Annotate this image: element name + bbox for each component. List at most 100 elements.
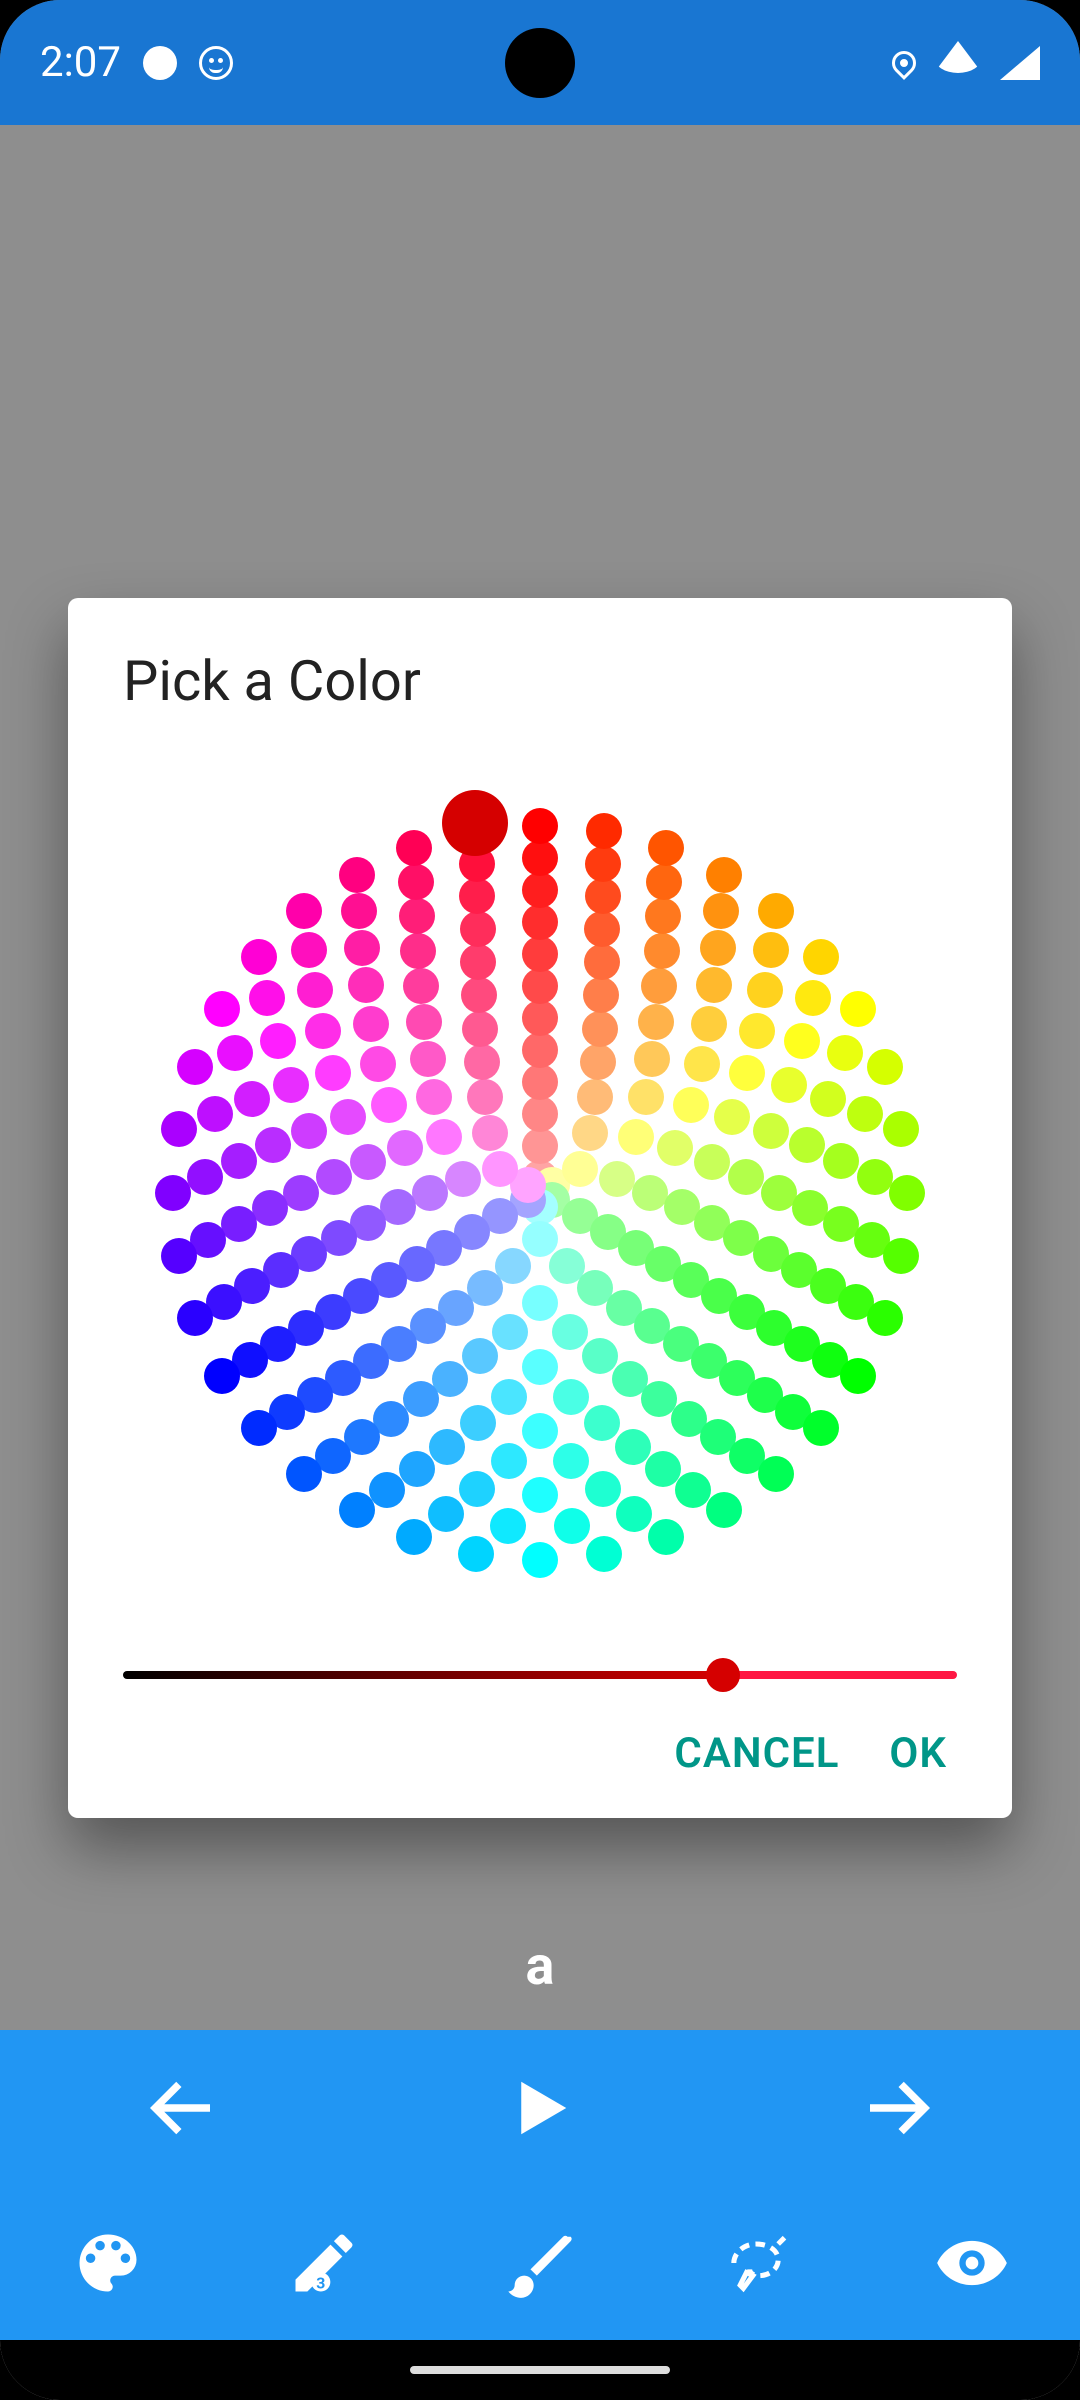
- color-dot[interactable]: [426, 1119, 462, 1155]
- color-dot[interactable]: [398, 864, 434, 900]
- color-dot[interactable]: [350, 1144, 386, 1180]
- color-dot[interactable]: [432, 1361, 468, 1397]
- color-dot[interactable]: [522, 872, 558, 908]
- color-dot[interactable]: [753, 1113, 789, 1149]
- color-dot[interactable]: [586, 1536, 622, 1572]
- color-dot[interactable]: [187, 1159, 223, 1195]
- color-dot[interactable]: [177, 1049, 213, 1085]
- color-dot[interactable]: [387, 1130, 423, 1166]
- color-dot[interactable]: [291, 932, 327, 968]
- color-dot[interactable]: [657, 1130, 693, 1166]
- color-dot[interactable]: [399, 1451, 435, 1487]
- color-dot[interactable]: [252, 1190, 288, 1226]
- color-dot[interactable]: [255, 1127, 291, 1163]
- color-dot[interactable]: [522, 968, 558, 1004]
- color-dot[interactable]: [648, 1519, 684, 1555]
- color-dot[interactable]: [305, 1013, 341, 1049]
- color-dot[interactable]: [522, 1128, 558, 1164]
- color-dot[interactable]: [464, 1044, 500, 1080]
- color-dot[interactable]: [472, 1115, 508, 1151]
- color-dot[interactable]: [522, 904, 558, 940]
- color-dot[interactable]: [522, 840, 558, 876]
- color-dot[interactable]: [522, 1285, 558, 1321]
- color-dot[interactable]: [728, 1159, 764, 1195]
- color-dot[interactable]: [789, 1127, 825, 1163]
- color-dot[interactable]: [286, 1456, 322, 1492]
- color-dot[interactable]: [197, 1096, 233, 1132]
- color-dot[interactable]: [615, 1429, 651, 1465]
- color-dot[interactable]: [553, 1379, 589, 1415]
- color-dot[interactable]: [241, 1410, 277, 1446]
- color-dot[interactable]: [161, 1111, 197, 1147]
- color-dot[interactable]: [638, 1004, 674, 1040]
- cancel-button[interactable]: CANCEL: [674, 1729, 839, 1778]
- color-dot[interactable]: [554, 1508, 590, 1544]
- color-dot[interactable]: [675, 1472, 711, 1508]
- color-dot[interactable]: [753, 932, 789, 968]
- color-dot[interactable]: [586, 813, 622, 849]
- color-dot[interactable]: [369, 1472, 405, 1508]
- color-dot[interactable]: [585, 846, 621, 882]
- color-dot[interactable]: [803, 1410, 839, 1446]
- color-dot[interactable]: [644, 933, 680, 969]
- color-dot[interactable]: [700, 930, 736, 966]
- color-dot[interactable]: [585, 878, 621, 914]
- color-dot[interactable]: [784, 1023, 820, 1059]
- color-dot[interactable]: [406, 1004, 442, 1040]
- color-dot[interactable]: [747, 972, 783, 1008]
- color-dot[interactable]: [155, 1175, 191, 1211]
- color-dot[interactable]: [339, 857, 375, 893]
- color-dot[interactable]: [339, 1492, 375, 1528]
- color-dot[interactable]: [582, 1011, 618, 1047]
- color-dot[interactable]: [706, 857, 742, 893]
- color-dot[interactable]: [522, 1032, 558, 1068]
- color-dot[interactable]: [714, 1099, 750, 1135]
- color-dot[interactable]: [161, 1238, 197, 1274]
- color-dot[interactable]: [458, 1536, 494, 1572]
- color-dot[interactable]: [583, 977, 619, 1013]
- color-dot[interactable]: [889, 1175, 925, 1211]
- color-dot[interactable]: [459, 878, 495, 914]
- color-dot[interactable]: [584, 944, 620, 980]
- color-dot[interactable]: [761, 1175, 797, 1211]
- color-dot[interactable]: [341, 893, 377, 929]
- color-dot[interactable]: [729, 1055, 765, 1091]
- color-dot[interactable]: [428, 1496, 464, 1532]
- color-dot[interactable]: [810, 1081, 846, 1117]
- color-dot[interactable]: [646, 864, 682, 900]
- color-dot[interactable]: [461, 977, 497, 1013]
- color-dot[interactable]: [204, 1358, 240, 1394]
- color-dot[interactable]: [634, 1041, 670, 1077]
- color-dot[interactable]: [582, 1338, 618, 1374]
- color-dot[interactable]: [234, 1081, 270, 1117]
- color-dot[interactable]: [522, 1096, 558, 1132]
- color-dot[interactable]: [348, 967, 384, 1003]
- color-dot[interactable]: [628, 1079, 664, 1115]
- color-dot[interactable]: [330, 1099, 366, 1135]
- color-dot[interactable]: [460, 944, 496, 980]
- color-dot[interactable]: [803, 939, 839, 975]
- color-dot[interactable]: [648, 830, 684, 866]
- color-dot[interactable]: [840, 1358, 876, 1394]
- color-dot[interactable]: [840, 991, 876, 1027]
- color-dot[interactable]: [410, 1041, 446, 1077]
- color-dot[interactable]: [616, 1496, 652, 1532]
- color-dot[interactable]: [360, 1046, 396, 1082]
- color-dot[interactable]: [580, 1044, 616, 1080]
- color-dot[interactable]: [460, 911, 496, 947]
- color-dot[interactable]: [706, 1492, 742, 1528]
- color-dot[interactable]: [847, 1096, 883, 1132]
- color-dot[interactable]: [585, 1471, 621, 1507]
- color-dot[interactable]: [399, 898, 435, 934]
- color-dot[interactable]: [758, 1456, 794, 1492]
- color-dot[interactable]: [552, 1314, 588, 1350]
- color-dot[interactable]: [577, 1079, 613, 1115]
- color-dot[interactable]: [460, 1405, 496, 1441]
- color-dot[interactable]: [492, 1314, 528, 1350]
- color-dot[interactable]: [553, 1443, 589, 1479]
- color-dot[interactable]: [315, 1055, 351, 1091]
- color-dot[interactable]: [467, 1079, 503, 1115]
- color-dot[interactable]: [522, 1413, 558, 1449]
- color-dot[interactable]: [316, 1159, 352, 1195]
- color-dot[interactable]: [400, 933, 436, 969]
